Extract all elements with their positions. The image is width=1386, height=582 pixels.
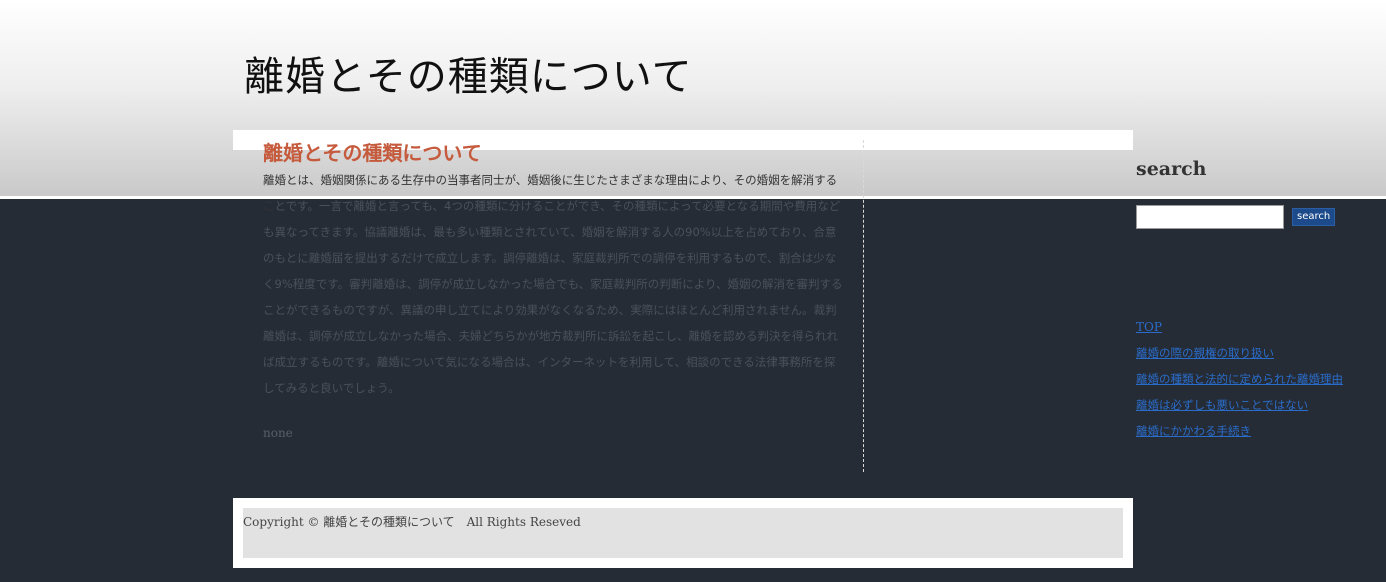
footer-panel: Copyright © 離婚とその種類について All Rights Resev… [243, 508, 1123, 558]
article-meta: none [263, 426, 293, 440]
nav-item: 離婚の種類と法的に定められた離婚理由 [1136, 368, 1343, 394]
footer: Copyright © 離婚とその種類について All Rights Resev… [233, 498, 1133, 568]
sidebar: search search TOP 離婚の際の親権の取り扱い 離婚の種類と法的に… [1136, 158, 1376, 438]
search-button[interactable]: search [1292, 208, 1336, 226]
nav-link-custody[interactable]: 離婚の際の親権の取り扱い [1136, 346, 1274, 360]
nav-link-procedures[interactable]: 離婚にかかわる手続き [1136, 424, 1251, 438]
search-input[interactable] [1136, 205, 1284, 229]
nav-link-divorce-types[interactable]: 離婚の種類と法的に定められた離婚理由 [1136, 372, 1343, 386]
nav-item: 離婚は必ずしも悪いことではない [1136, 394, 1343, 420]
sidebar-nav: TOP 離婚の際の親権の取り扱い 離婚の種類と法的に定められた離婚理由 離婚は必… [1136, 316, 1343, 446]
nav-link-top[interactable]: TOP [1136, 320, 1162, 334]
article-body: 離婚とは、婚姻関係にある生存中の当事者同士が、婚姻後に生じたさまざまな理由により… [263, 167, 845, 401]
nav-item: 離婚の際の親権の取り扱い [1136, 342, 1343, 368]
main-content: 離婚とその種類について 離婚とは、婚姻関係にある生存中の当事者同士が、婚姻後に生… [263, 138, 845, 440]
article-text: とです。一言で離婚と言っても、4つの種類に分けることができ、その種類によって必要… [263, 199, 843, 395]
copyright-text: Copyright © 離婚とその種類について All Rights Resev… [243, 515, 581, 529]
article-title: 離婚とその種類について [263, 141, 482, 165]
site-title[interactable]: 離婚とその種類について [244, 44, 693, 102]
column-divider [863, 140, 864, 472]
search-heading: search [1136, 158, 1207, 180]
nav-link-not-bad[interactable]: 離婚は必ずしも悪いことではない [1136, 398, 1308, 412]
nav-item: TOP [1136, 316, 1343, 342]
nav-item: 離婚にかかわる手続き [1136, 420, 1343, 446]
search-form: search [1136, 205, 1376, 229]
